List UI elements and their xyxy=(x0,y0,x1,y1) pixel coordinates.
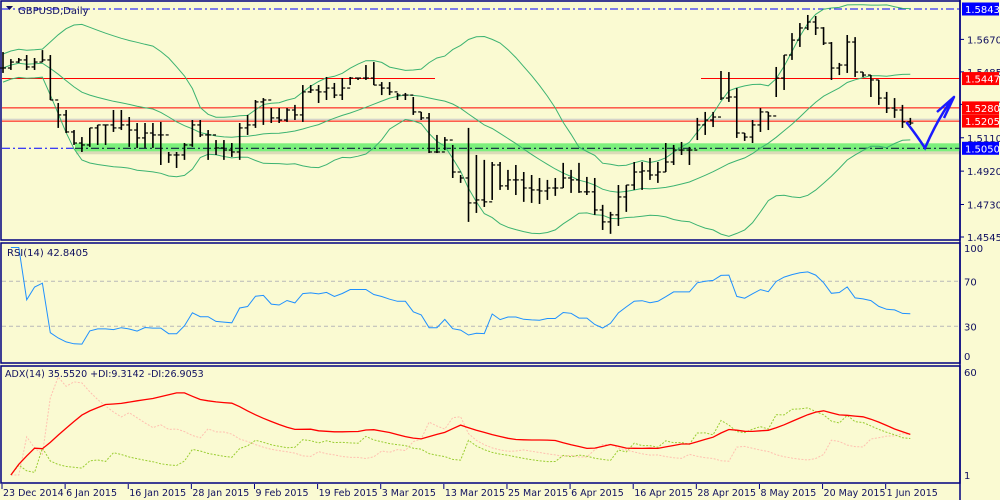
date-tick-label: 19 Feb 2015 xyxy=(319,488,378,499)
price-tick-label: 1.4730 xyxy=(967,201,1000,212)
price-label: 1.5050 xyxy=(965,144,1000,155)
price-label: 1.5447 xyxy=(965,75,1000,86)
chart-title: GBPUSD,Daily xyxy=(18,6,89,17)
adx-tick-label: 60 xyxy=(964,368,977,379)
rsi-tick-label: 70 xyxy=(964,277,977,288)
title-bar: GBPUSD,Daily xyxy=(6,6,89,17)
date-tick-label: 28 Apr 2015 xyxy=(697,488,756,499)
date-tick-label: 16 Jan 2015 xyxy=(129,488,186,499)
date-tick-label: 16 Apr 2015 xyxy=(634,488,693,499)
rsi-label: RSI(14) 42.8405 xyxy=(7,248,88,259)
date-tick-label: 28 Jan 2015 xyxy=(192,488,249,499)
date-tick-label: 23 Dec 2014 xyxy=(3,488,64,499)
date-tick-label: 8 May 2015 xyxy=(760,488,816,499)
price-label: 1.5280 xyxy=(965,104,1000,115)
date-tick-label: 3 Mar 2015 xyxy=(382,488,436,499)
price-tick-label: 1.4920 xyxy=(967,167,1000,178)
date-tick-label: 25 Mar 2015 xyxy=(508,488,568,499)
rsi-tick-label: 30 xyxy=(964,322,977,333)
date-tick-label: 13 Mar 2015 xyxy=(445,488,505,499)
adx-label: ADX(14) 35.5520 +DI:9.3142 -DI:26.9053 xyxy=(5,369,204,380)
date-tick-label: 6 Apr 2015 xyxy=(571,488,624,499)
price-tick-label: 1.5670 xyxy=(967,35,1000,46)
rsi-tick-label: 100 xyxy=(964,244,983,255)
date-tick-label: 6 Jan 2015 xyxy=(66,488,117,499)
price-label: 1.5205 xyxy=(965,117,1000,128)
gbpusd-daily-chart[interactable]: 1.56701.54851.53001.51101.49201.47301.45… xyxy=(0,0,1000,500)
rsi-tick-label: 0 xyxy=(964,352,970,363)
adx-tick-label: 1 xyxy=(964,471,970,482)
date-tick-label: 1 Jun 2015 xyxy=(887,488,938,499)
chart-background xyxy=(0,0,1000,500)
date-tick-label: 20 May 2015 xyxy=(824,488,886,499)
price-tick-label: 1.4545 xyxy=(967,233,1000,244)
date-tick-label: 9 Feb 2015 xyxy=(255,488,308,499)
price-label: 1.5843 xyxy=(965,5,1000,16)
